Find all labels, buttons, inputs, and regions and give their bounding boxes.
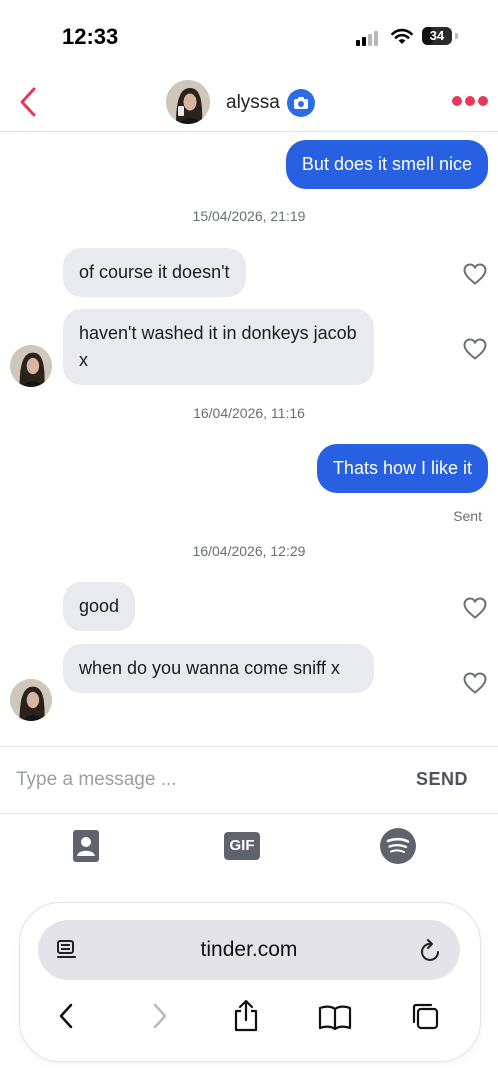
browser-toolbar: tinder.com (20, 903, 480, 1061)
back-chevron-icon[interactable] (14, 86, 42, 118)
contact-card-icon[interactable] (72, 829, 100, 863)
battery-icon: 34 (422, 27, 458, 45)
message-bubble-outgoing[interactable]: But does it smell nice (285, 140, 488, 189)
heart-icon[interactable] (462, 596, 488, 620)
message-timestamp: 16/04/2026, 12:29 (192, 543, 306, 559)
bookmarks-icon[interactable] (318, 1004, 352, 1030)
contact-avatar[interactable] (166, 80, 210, 124)
heart-icon[interactable] (462, 671, 488, 695)
message-list[interactable]: But does it smell nice 15/04/2026, 21:19… (0, 133, 498, 745)
back-icon[interactable] (56, 1002, 78, 1030)
message-timestamp: 16/04/2026, 11:16 (193, 405, 305, 421)
contact-avatar[interactable] (10, 345, 52, 387)
heart-icon[interactable] (462, 337, 488, 361)
url-text[interactable]: tinder.com (38, 938, 460, 962)
message-input[interactable] (0, 747, 390, 813)
message-bubble-incoming[interactable]: good (63, 582, 136, 631)
gif-icon[interactable]: GIF (224, 832, 260, 860)
reload-icon[interactable] (420, 938, 442, 962)
send-button[interactable]: SEND (416, 769, 468, 790)
message-bubble-outgoing[interactable]: Thats how I like it (316, 444, 488, 493)
camera-icon[interactable] (287, 89, 315, 117)
status-bar: 12:33 34 (0, 0, 498, 72)
delivery-status: Sent (453, 508, 482, 524)
heart-icon[interactable] (462, 262, 488, 286)
status-time: 12:33 (62, 24, 119, 49)
chat-header: alyssa (0, 72, 498, 132)
message-composer: SEND (0, 746, 498, 814)
tabs-icon[interactable] (410, 1001, 440, 1031)
message-timestamp: 15/04/2026, 21:19 (192, 208, 306, 224)
wifi-icon (391, 28, 413, 44)
address-bar[interactable]: tinder.com (38, 920, 460, 980)
contact-avatar[interactable] (10, 679, 52, 721)
forward-icon[interactable] (148, 1002, 170, 1030)
message-bubble-incoming[interactable]: when do you wanna come sniff x (63, 644, 374, 693)
battery-level: 34 (429, 28, 445, 43)
attachment-bar: GIF (0, 815, 498, 879)
signal-icon (356, 30, 382, 46)
message-bubble-incoming[interactable]: haven't washed it in donkeys jacob x (63, 309, 374, 385)
more-dots-icon[interactable] (450, 94, 488, 108)
message-bubble-incoming[interactable]: of course it doesn't (63, 248, 246, 297)
spotify-icon[interactable] (380, 828, 416, 864)
contact-name[interactable]: alyssa (226, 92, 280, 114)
share-icon[interactable] (232, 999, 260, 1033)
